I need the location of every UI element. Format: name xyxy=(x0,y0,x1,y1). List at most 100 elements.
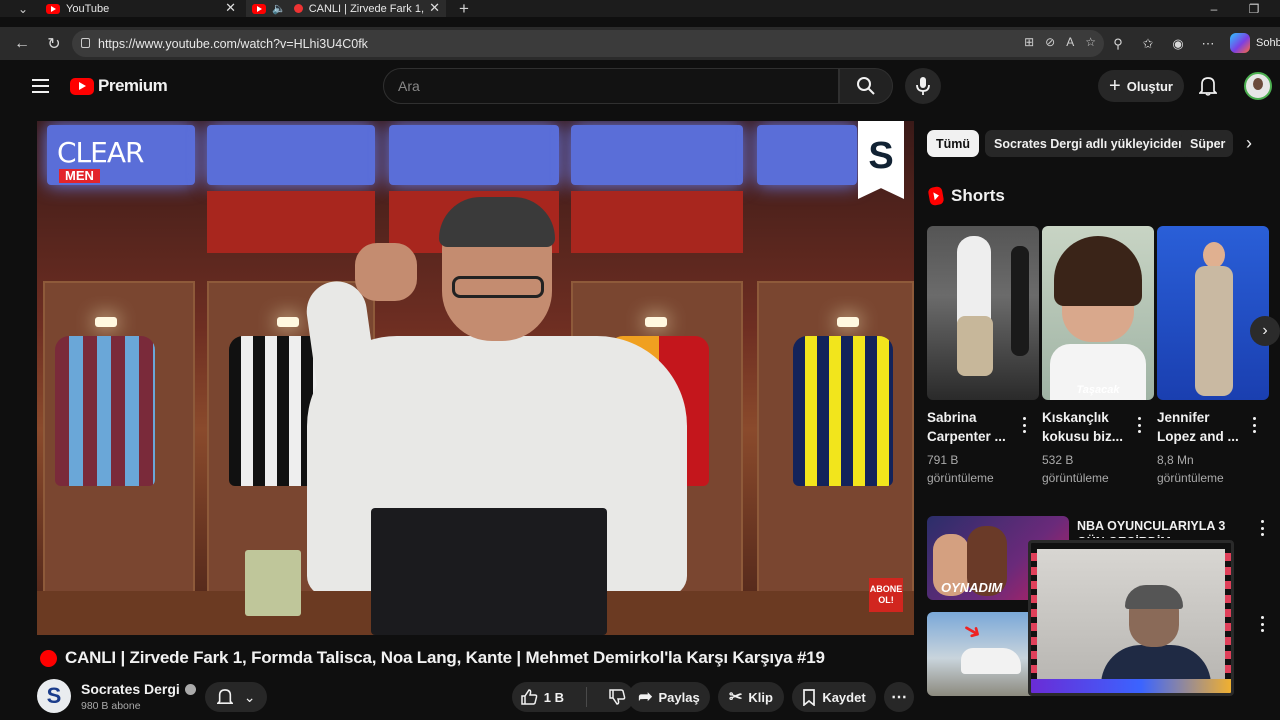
voice-search-button[interactable] xyxy=(905,68,941,104)
account-avatar[interactable] xyxy=(1244,72,1272,100)
dislike-button[interactable] xyxy=(608,688,626,706)
abone-line2: OL! xyxy=(878,595,894,605)
tab-title: CANLI | Zirvede Fark 1, Fo xyxy=(308,2,427,15)
search-placeholder: Ara xyxy=(398,78,420,94)
chip-super[interactable]: Süper xyxy=(1181,130,1233,157)
tracking-prevention-icon[interactable]: ⊘ xyxy=(1045,35,1055,49)
extensions-icon[interactable]: ⚲ xyxy=(1106,27,1130,60)
youtube-premium-logo[interactable]: Premium xyxy=(70,76,168,96)
recommended-more-icon[interactable] xyxy=(1259,520,1265,536)
short-thumbnail[interactable]: Taşacak xyxy=(1042,226,1154,400)
tab-list-chevron-icon[interactable]: ⌄ xyxy=(14,0,32,17)
subscriber-count: 980 B abone xyxy=(81,700,141,712)
recommended-more-icon[interactable] xyxy=(1259,616,1265,632)
subscription-notifications-button[interactable]: ⌄ xyxy=(205,682,267,712)
back-icon[interactable]: ← xyxy=(10,27,34,60)
trabzonspor-jersey xyxy=(55,336,155,486)
chevron-down-icon: ⌄ xyxy=(243,688,256,705)
like-dislike-group: 1 B xyxy=(512,682,634,712)
channel-name-link[interactable]: Socrates Dergi xyxy=(81,681,196,697)
profile-icon[interactable]: ◉ xyxy=(1166,27,1190,60)
close-tab-icon[interactable]: ✕ xyxy=(429,0,440,16)
studio-screen xyxy=(389,125,559,185)
share-button[interactable]: ➦ Paylaş xyxy=(628,682,710,712)
short-title-line: Sabrina xyxy=(927,410,977,425)
laptop xyxy=(371,508,607,635)
mug xyxy=(245,550,301,616)
tab-video[interactable]: 🔈 CANLI | Zirvede Fark 1, Fo ✕ xyxy=(246,0,446,17)
short-title-line: Carpenter ... xyxy=(927,429,1006,444)
channel-avatar[interactable]: S xyxy=(37,679,71,713)
search-input[interactable]: Ara xyxy=(383,68,839,104)
like-button[interactable]: 1 B xyxy=(520,688,564,706)
host-fist xyxy=(355,243,417,301)
more-actions-button[interactable]: ⋯ xyxy=(884,682,914,712)
chip-scroll-right-icon[interactable]: › xyxy=(1238,130,1260,157)
host-hair xyxy=(439,197,555,247)
url-field[interactable]: https://www.youtube.com/watch?v=HLhi3U4C… xyxy=(72,30,1104,57)
subscribe-watermark[interactable]: ABONE OL! xyxy=(869,578,903,612)
more-menu-icon[interactable]: ⋯ xyxy=(1196,27,1220,60)
save-button[interactable]: Kaydet xyxy=(792,682,876,712)
restore-icon[interactable]: ❐ xyxy=(1244,0,1264,17)
clip-button[interactable]: ✂ Klip xyxy=(718,682,784,712)
sponsor-sub: MEN xyxy=(59,169,100,183)
microphone-icon xyxy=(916,77,930,95)
chip-all[interactable]: Tümü xyxy=(927,130,980,157)
clip-label: Klip xyxy=(748,689,773,705)
favorite-star-icon[interactable]: ☆ xyxy=(1085,35,1096,49)
short-title-line: kokusu biz... xyxy=(1042,429,1124,444)
short-title[interactable]: Sabrina Carpenter ... xyxy=(927,408,1015,446)
youtube-favicon-icon xyxy=(252,3,266,14)
overlay-stripe xyxy=(1225,553,1231,673)
short-thumbnail[interactable] xyxy=(927,226,1039,400)
host-glasses xyxy=(452,276,544,298)
create-button[interactable]: + Oluştur xyxy=(1098,70,1184,102)
app-available-icon[interactable]: ⊞ xyxy=(1024,35,1034,49)
view-count: 791 B xyxy=(927,453,959,467)
refresh-icon[interactable]: ↻ xyxy=(42,27,66,60)
address-bar-row: ← ↻ https://www.youtube.com/watch?v=HLhi… xyxy=(0,27,1280,60)
view-count: 532 B xyxy=(1042,453,1074,467)
short-title-line: Kıskançlık xyxy=(1042,410,1109,425)
copilot-button[interactable]: Sohb xyxy=(1230,33,1280,53)
streamer-cap xyxy=(1125,585,1183,609)
webcam-overlay xyxy=(1028,540,1234,696)
bookmark-icon xyxy=(803,688,816,706)
search-button[interactable] xyxy=(839,68,893,104)
tab-youtube[interactable]: YouTube ✕ xyxy=(40,0,242,17)
read-aloud-icon[interactable]: A xyxy=(1066,35,1074,49)
copilot-icon xyxy=(1230,33,1250,53)
short-thumbnail[interactable] xyxy=(1157,226,1269,400)
webcam-feed xyxy=(1037,549,1225,685)
youtube-favicon-icon xyxy=(46,3,60,14)
site-info-icon[interactable] xyxy=(81,38,90,48)
video-player[interactable]: CLEAR MEN S ABONE OL! xyxy=(37,121,914,635)
menu-icon[interactable] xyxy=(32,79,49,93)
youtube-header: Premium Ara + Oluştur xyxy=(8,62,1280,112)
short-title[interactable]: Kıskançlık kokusu biz... xyxy=(1042,408,1130,446)
notifications-button[interactable] xyxy=(1194,72,1222,100)
short-figure xyxy=(1054,236,1142,306)
chip-from-uploader[interactable]: Socrates Dergi adlı yükleyiciden xyxy=(985,130,1195,157)
thumbs-down-icon xyxy=(609,689,626,705)
shorts-next-icon[interactable]: › xyxy=(1250,316,1280,346)
short-caption: Taşacak xyxy=(1076,384,1120,396)
short-more-icon[interactable] xyxy=(1021,417,1027,433)
new-tab-icon[interactable]: + xyxy=(454,0,474,18)
verified-badge-icon xyxy=(184,683,196,695)
like-count: 1 B xyxy=(543,689,565,705)
short-title[interactable]: Jennifer Lopez and ... xyxy=(1157,408,1245,446)
close-tab-icon[interactable]: ✕ xyxy=(225,0,236,16)
short-more-icon[interactable] xyxy=(1136,417,1142,433)
tab-title: YouTube xyxy=(66,2,110,15)
recommended-title[interactable]: NBA OYUNCULARIYLA 3 GÜN GEÇİRDİM xyxy=(1077,518,1247,538)
speaker-icon[interactable]: 🔈 xyxy=(272,2,286,15)
short-more-icon[interactable] xyxy=(1251,417,1257,433)
overlay-bar xyxy=(1031,679,1231,693)
short-figure xyxy=(957,316,993,376)
favorites-icon[interactable]: ✩ xyxy=(1136,27,1160,60)
minimize-icon[interactable]: – xyxy=(1204,0,1224,17)
logo-text: Premium xyxy=(98,76,168,95)
view-label: görüntüleme xyxy=(1157,471,1224,485)
